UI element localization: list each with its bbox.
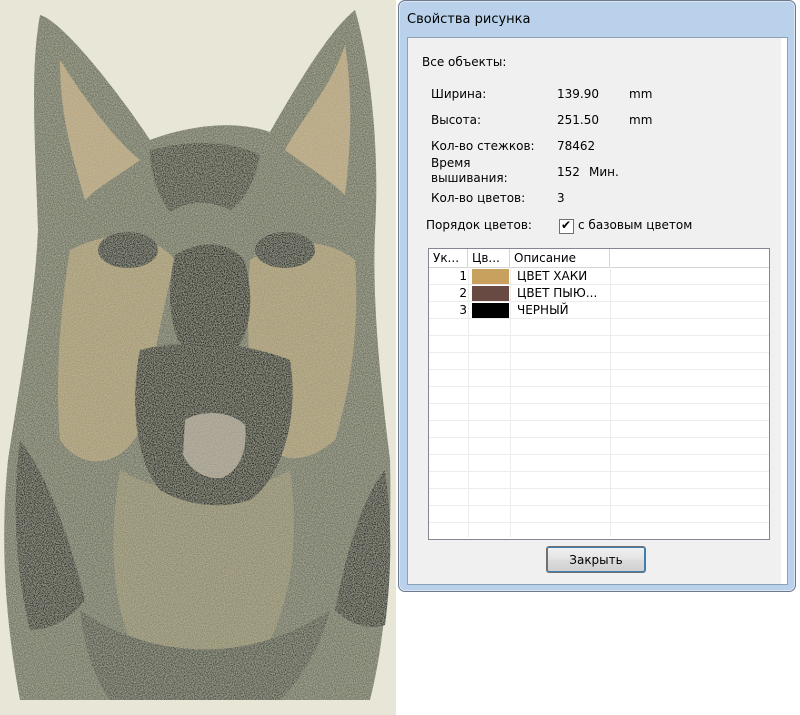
height-label: Высота:	[431, 113, 482, 127]
height-unit: mm	[629, 113, 653, 127]
grid-row-line	[429, 471, 769, 472]
window-edge	[781, 38, 787, 584]
color-list-header: Ук... Цв... Описание	[429, 249, 769, 268]
grid-row-line	[429, 488, 769, 489]
stitch-count-label: Кол-во стежков:	[431, 139, 535, 153]
color-list[interactable]: Ук... Цв... Описание 1 ЦВЕТ ХАКИ 2 ЦВЕТ …	[428, 248, 770, 540]
embroidery-time-label-line2: вышивания:	[431, 171, 508, 185]
checkmark-icon: ✔	[561, 218, 572, 232]
grid-row-line	[429, 505, 769, 506]
row-index: 3	[459, 303, 467, 317]
row-description: ЦВЕТ ПЫЮ...	[517, 286, 598, 300]
grid-row-line	[429, 522, 769, 523]
height-value: 251.50	[557, 113, 599, 127]
grid-row-line	[429, 386, 769, 387]
grid-row-line	[429, 403, 769, 404]
base-color-checkbox-label[interactable]: с базовым цветом	[578, 218, 692, 232]
width-unit: mm	[629, 87, 653, 101]
embroidery-preview	[0, 0, 396, 715]
embroidery-time-unit: Мин.	[589, 165, 619, 179]
row-index: 1	[459, 269, 467, 283]
grid-row-line	[429, 420, 769, 421]
row-description: ЧЕРНЫЙ	[517, 303, 569, 317]
column-header-description[interactable]: Описание	[510, 249, 610, 267]
column-header-color[interactable]: Цв...	[468, 249, 510, 267]
row-description: ЦВЕТ ХАКИ	[517, 269, 588, 283]
close-button[interactable]: Закрыть	[546, 546, 646, 573]
grid-row-line	[429, 335, 769, 336]
column-header-index[interactable]: Ук...	[429, 249, 468, 267]
embroidery-time-label-line1: Время	[431, 156, 471, 170]
color-swatch	[472, 286, 509, 301]
grid-row-line	[429, 352, 769, 353]
all-objects-label: Все объекты:	[422, 55, 507, 69]
embroidery-time-value: 152	[557, 165, 580, 179]
row-index: 2	[459, 286, 467, 300]
width-value: 139.90	[557, 87, 599, 101]
color-count-label: Кол-во цветов:	[431, 191, 526, 205]
grid-row-line	[429, 437, 769, 438]
color-swatch	[472, 303, 509, 318]
grid-row-line	[429, 454, 769, 455]
embroidered-dog-image	[4, 10, 391, 700]
picture-properties-dialog: Свойства рисунка Все объекты: Ширина: 13…	[398, 0, 796, 592]
stitch-count-value: 78462	[557, 139, 596, 153]
color-list-row[interactable]: 1 ЦВЕТ ХАКИ	[429, 268, 769, 285]
width-label: Ширина:	[431, 87, 487, 101]
base-color-checkbox[interactable]: ✔	[559, 218, 574, 234]
color-order-label: Порядок цветов:	[426, 218, 532, 232]
color-swatch	[472, 269, 509, 284]
dialog-title: Свойства рисунка	[407, 12, 531, 27]
color-count-value: 3	[557, 191, 565, 205]
title-bar[interactable]: Свойства рисунка	[399, 1, 795, 37]
color-list-row[interactable]: 2 ЦВЕТ ПЫЮ...	[429, 285, 769, 302]
color-list-row[interactable]: 3 ЧЕРНЫЙ	[429, 302, 769, 319]
dialog-client-area: Все объекты: Ширина: 139.90 mm Высота: 2…	[407, 37, 788, 585]
grid-row-line	[429, 369, 769, 370]
